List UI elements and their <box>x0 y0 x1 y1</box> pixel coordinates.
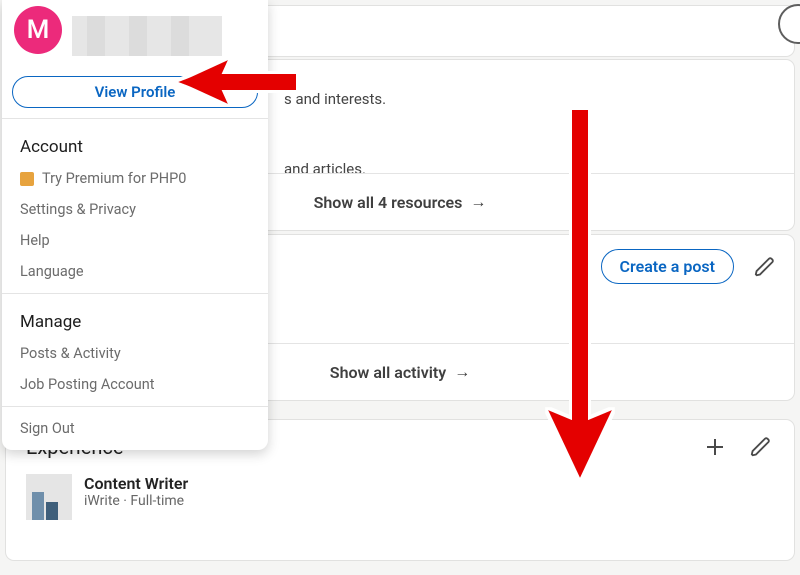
arrow-right-icon: → <box>470 192 486 212</box>
sign-out-item[interactable]: Sign Out <box>2 413 268 444</box>
view-profile-button[interactable]: View Profile <box>12 76 258 108</box>
try-premium-label: Try Premium for PHP0 <box>42 170 186 187</box>
manage-section-title: Manage <box>2 300 268 338</box>
experience-role: Content Writer <box>84 474 188 493</box>
help-item[interactable]: Help <box>2 225 268 256</box>
resources-text-1: s and interests. <box>284 90 386 108</box>
me-dropdown-panel: M View Profile Account Try Premium for P… <box>2 0 268 450</box>
experience-item[interactable]: Content Writer iWrite · Full-time <box>6 464 794 530</box>
divider <box>2 406 268 407</box>
divider <box>2 293 268 294</box>
profile-name-redacted <box>72 16 222 56</box>
pencil-icon <box>754 256 776 278</box>
settings-privacy-item[interactable]: Settings & Privacy <box>2 194 268 225</box>
arrow-right-icon: → <box>454 362 470 382</box>
job-posting-item[interactable]: Job Posting Account <box>2 369 268 400</box>
create-post-button[interactable]: Create a post <box>601 249 734 284</box>
posts-activity-item[interactable]: Posts & Activity <box>2 338 268 369</box>
try-premium-item[interactable]: Try Premium for PHP0 <box>2 163 268 194</box>
add-experience-button[interactable] <box>702 434 728 460</box>
divider <box>2 118 268 119</box>
avatar[interactable]: M <box>14 6 62 54</box>
plus-icon <box>703 435 727 459</box>
premium-badge-icon <box>20 172 34 186</box>
experience-meta: iWrite · Full-time <box>84 493 188 509</box>
pencil-icon <box>750 436 772 458</box>
show-all-resources-label: Show all 4 resources <box>314 193 463 212</box>
company-logo-icon <box>26 474 72 520</box>
edit-experience-button[interactable] <box>748 434 774 460</box>
show-all-activity-label: Show all activity <box>330 363 446 382</box>
account-section-title: Account <box>2 125 268 163</box>
language-item[interactable]: Language <box>2 256 268 287</box>
edit-activity-button[interactable] <box>752 254 778 280</box>
